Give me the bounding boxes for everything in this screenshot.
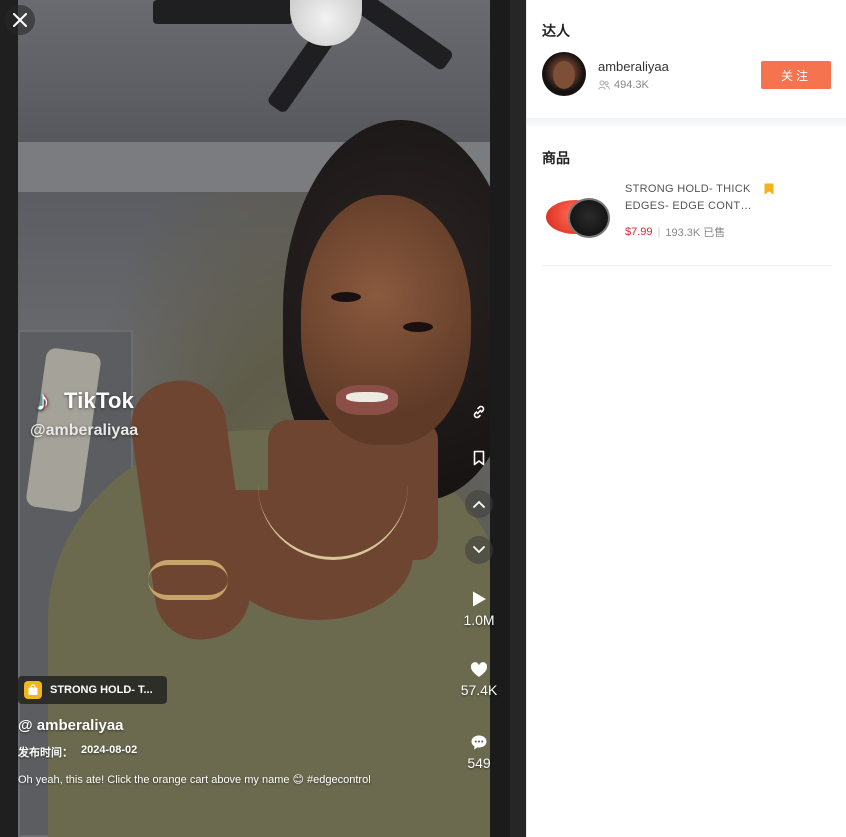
play-count[interactable]: 1.0M bbox=[452, 590, 506, 628]
app-root: ♪ ♪ ♪ TikTok @amberaliyaa 1.0M 57.4K 549… bbox=[0, 0, 846, 837]
product-divider bbox=[542, 265, 832, 266]
avatar[interactable] bbox=[542, 52, 586, 96]
product-title: STRONG HOLD- THICK EDGES- EDGE CONTR... bbox=[625, 181, 755, 215]
watermark-brand: TikTok bbox=[64, 388, 135, 413]
publish-date: 2024-08-02 bbox=[81, 744, 138, 756]
influencer-section-title: 达人 bbox=[542, 23, 570, 39]
bookmark-icon bbox=[764, 183, 774, 195]
chevron-down-icon bbox=[473, 546, 485, 554]
tiktok-watermark: ♪ ♪ ♪ TikTok @amberaliyaa bbox=[30, 385, 138, 440]
follow-button[interactable]: 关注 bbox=[761, 61, 831, 89]
detail-panel: 达人 amberaliyaa 494.3K 关注 商品 STRONG HOLD-… bbox=[526, 0, 846, 837]
person-teeth bbox=[346, 392, 388, 402]
tiktok-logo-icon: ♪ ♪ ♪ bbox=[35, 385, 51, 416]
person-bangles bbox=[148, 560, 228, 600]
product-jar-lid bbox=[568, 198, 610, 238]
price-separator: | bbox=[657, 226, 661, 238]
link-icon bbox=[473, 405, 485, 419]
video-caption: Oh yeah, this ate! Click the orange cart… bbox=[18, 774, 371, 786]
shopping-bag-icon bbox=[24, 681, 42, 699]
product-sold-count: 193.3K 已售 bbox=[665, 227, 726, 239]
video-left-strip bbox=[0, 0, 18, 837]
publish-label: 发布时间： bbox=[18, 747, 73, 759]
video-player[interactable]: ♪ ♪ ♪ TikTok @amberaliyaa 1.0M 57.4K 549… bbox=[0, 0, 510, 837]
product-image bbox=[546, 192, 610, 240]
product-price-row: $7.99 | 193.3K 已售 bbox=[625, 224, 725, 240]
video-product-link[interactable]: STRONG HOLD- T... bbox=[18, 676, 167, 704]
product-title-line2: EDGES- EDGE CONTR... bbox=[625, 200, 755, 212]
publish-info: 发布时间： 2024-08-02 bbox=[18, 744, 137, 760]
products-section-title: 商品 bbox=[542, 150, 570, 166]
video-product-label: STRONG HOLD- T... bbox=[50, 684, 153, 696]
copy-link-button[interactable] bbox=[465, 398, 493, 426]
play-icon bbox=[473, 591, 486, 607]
like-count[interactable]: 57.4K bbox=[452, 662, 506, 698]
close-icon bbox=[13, 13, 27, 27]
scene-fan-blade bbox=[153, 0, 293, 24]
influencer-name[interactable]: amberaliyaa bbox=[598, 59, 669, 74]
person-eye bbox=[403, 322, 433, 332]
product-card[interactable]: STRONG HOLD- THICK EDGES- EDGE CONTR... … bbox=[542, 178, 832, 258]
close-button[interactable] bbox=[5, 5, 35, 35]
product-title-line1: STRONG HOLD- THICK bbox=[625, 183, 751, 195]
previous-video-button[interactable] bbox=[465, 490, 493, 518]
product-price: $7.99 bbox=[625, 226, 653, 238]
comment-count[interactable]: 549 bbox=[452, 734, 506, 771]
product-bookmark-button[interactable] bbox=[764, 182, 774, 195]
section-divider bbox=[527, 118, 846, 126]
heart-icon bbox=[470, 662, 488, 677]
chevron-up-icon bbox=[473, 500, 485, 508]
next-video-button[interactable] bbox=[465, 536, 493, 564]
bookmark-icon bbox=[473, 450, 485, 466]
like-count-value: 57.4K bbox=[460, 682, 498, 698]
play-count-value: 1.0M bbox=[463, 612, 495, 628]
influencer-followers: 494.3K bbox=[598, 79, 649, 91]
follower-count: 494.3K bbox=[614, 79, 649, 91]
action-rail bbox=[461, 398, 497, 564]
video-author[interactable]: @ amberaliyaa bbox=[18, 717, 124, 734]
save-button[interactable] bbox=[465, 444, 493, 472]
person-eye bbox=[331, 292, 361, 302]
followers-icon bbox=[598, 80, 610, 90]
comment-count-value: 549 bbox=[467, 755, 491, 771]
watermark-handle: @amberaliyaa bbox=[30, 422, 139, 439]
avatar-face bbox=[553, 61, 575, 89]
comment-icon bbox=[471, 735, 487, 750]
